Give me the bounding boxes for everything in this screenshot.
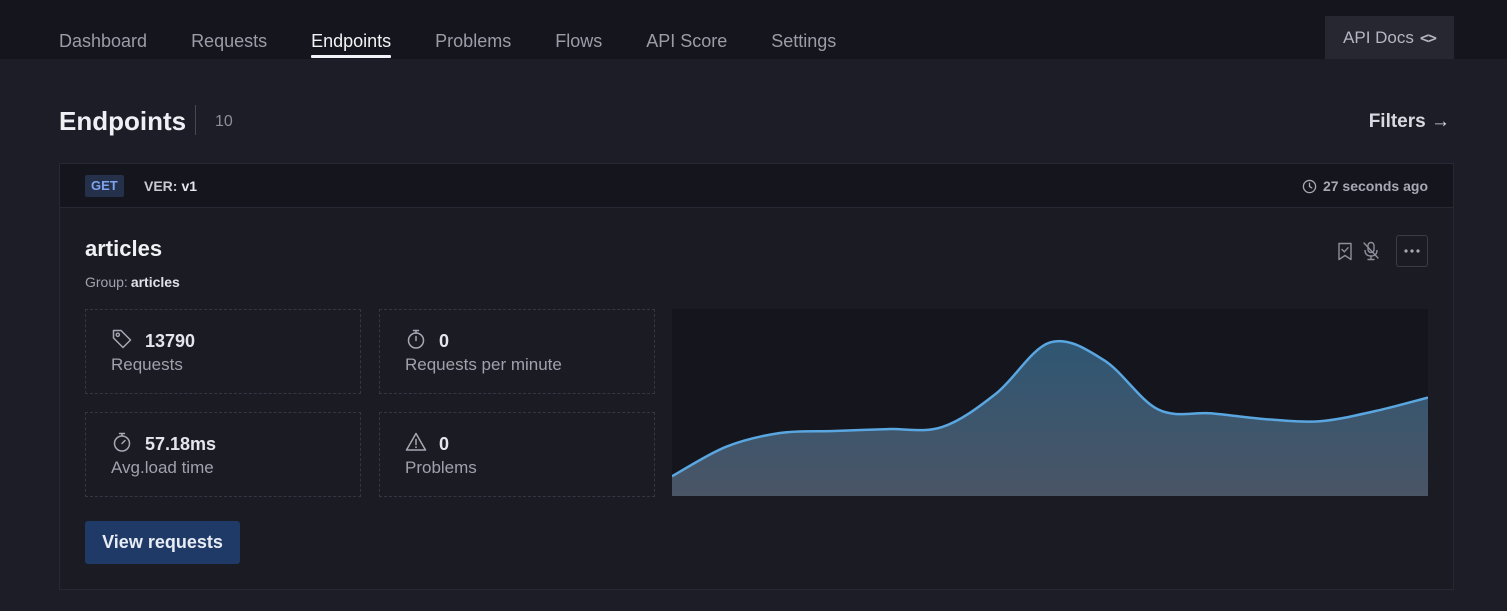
endpoint-actions: [1336, 235, 1428, 267]
endpoint-count: 10: [215, 113, 233, 130]
api-docs-label: API Docs: [1343, 27, 1414, 47]
stat-problems: 0 Problems: [379, 412, 655, 497]
bookmark-icon[interactable]: [1336, 241, 1354, 261]
method-badge: GET: [85, 175, 124, 197]
version-value: v1: [181, 178, 198, 194]
more-icon: [1404, 249, 1420, 253]
problems-label: Problems: [405, 458, 477, 477]
tab-endpoints[interactable]: Endpoints: [311, 0, 392, 59]
stopwatch-icon: [113, 432, 131, 452]
more-options-button[interactable]: [1396, 235, 1428, 267]
endpoint-card: GET VER: v1 27 seconds ago articles Group…: [59, 163, 1454, 590]
stopwatch-icon: [407, 329, 425, 349]
stat-avg-load-time: 57.18ms Avg.load time: [85, 412, 361, 497]
page-title: Endpoints: [59, 106, 187, 136]
version-info: VER: v1: [144, 178, 197, 194]
rpm-value: 0: [439, 331, 450, 351]
group-value: articles: [130, 274, 180, 290]
tab-flows[interactable]: Flows: [555, 0, 602, 59]
group-label: Group:: [85, 274, 128, 290]
endpoint-name[interactable]: articles: [85, 236, 162, 262]
warning-icon: [405, 432, 427, 451]
load-time-label: Avg.load time: [111, 458, 214, 477]
version-label: VER:: [144, 178, 178, 194]
code-icon: <>: [1419, 28, 1437, 47]
title-divider: [195, 105, 196, 135]
load-time-value: 57.18ms: [145, 434, 217, 454]
tab-problems[interactable]: Problems: [435, 0, 511, 59]
time-ago-text: 27 seconds ago: [1322, 178, 1428, 194]
chart-area-fill: [672, 341, 1428, 496]
chart-svg: [671, 339, 1429, 496]
tab-api-score[interactable]: API Score: [646, 0, 727, 59]
endpoint-card-header: GET VER: v1 27 seconds ago: [60, 164, 1453, 208]
tab-requests[interactable]: Requests: [191, 0, 267, 59]
stat-requests: 13790 Requests: [85, 309, 361, 394]
endpoint-group: Group: articles: [85, 274, 180, 290]
api-docs-button[interactable]: API Docs <>: [1325, 16, 1454, 59]
top-navigation-bar: Dashboard Requests Endpoints Problems Fl…: [0, 0, 1507, 59]
view-requests-button[interactable]: View requests: [85, 521, 240, 564]
tab-dashboard[interactable]: Dashboard: [59, 0, 147, 59]
stat-requests-per-minute: 0 Requests per minute: [379, 309, 655, 394]
tag-icon: [112, 329, 132, 349]
last-seen: 27 seconds ago: [1302, 178, 1428, 194]
problems-value: 0: [439, 434, 450, 454]
nav-tabs: Dashboard Requests Endpoints Problems Fl…: [59, 0, 880, 59]
requests-value: 13790: [145, 331, 196, 351]
requests-label: Requests: [111, 355, 183, 374]
rpm-label: Requests per minute: [405, 355, 562, 374]
requests-area-chart: [671, 309, 1429, 496]
clock-icon: [1302, 179, 1317, 193]
filters-button[interactable]: Filters →: [1369, 111, 1450, 133]
mute-microphone-icon[interactable]: [1362, 241, 1380, 261]
tab-settings[interactable]: Settings: [771, 0, 836, 59]
